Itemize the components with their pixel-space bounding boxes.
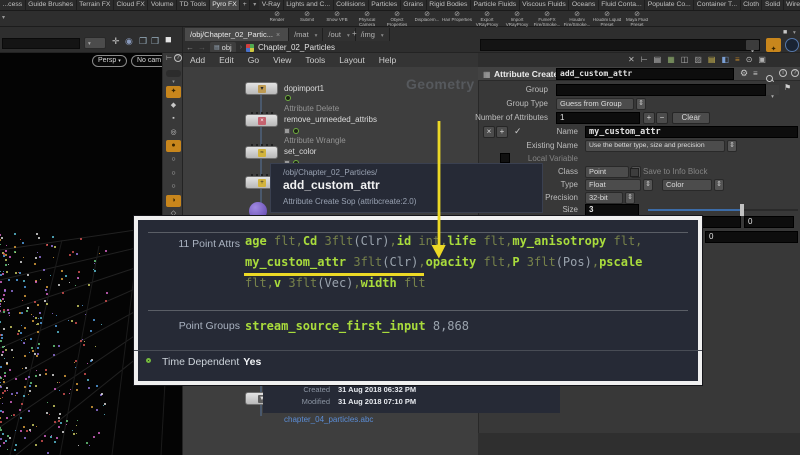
- node-inputs: [251, 112, 274, 114]
- annotation-highlight-box: 11 Point Attrs age flt,Cd 3flt(Clr),id i…: [134, 216, 702, 385]
- modified-label: Modified: [268, 397, 330, 406]
- alembic-file-label: chapter_04_particles.abc: [284, 415, 373, 424]
- node-info-popup-header: /obj/Chapter_02_Particles/ add_custom_at…: [270, 163, 543, 213]
- time-dependent-row: Time DependentYes: [162, 356, 261, 368]
- attribute-create-icon: +: [258, 179, 266, 187]
- attribute-wrangle-icon: ≈: [258, 149, 266, 157]
- dop-import-icon: ▾: [258, 85, 266, 93]
- node-dopimport1[interactable]: ▾: [245, 82, 278, 95]
- point-attrs-label: 11 Point Attrs: [144, 238, 240, 250]
- houdini-window: ...cessGuide BrushesTerrain FXCloud FXVo…: [0, 0, 800, 455]
- popup-node-name: add_custom_attr: [283, 178, 380, 192]
- display-flag-badge[interactable]: [293, 128, 299, 134]
- node-remove-unneeded-attribs[interactable]: ×: [245, 114, 278, 127]
- lock-badge[interactable]: [284, 128, 290, 134]
- display-flag-badge[interactable]: [285, 95, 291, 101]
- point-groups-label: Point Groups: [144, 320, 240, 332]
- node-set-color[interactable]: ≈: [245, 146, 278, 159]
- node-type-label: Attribute Wrangle: [284, 136, 346, 145]
- node-label[interactable]: set_color: [284, 147, 316, 156]
- divider: [134, 350, 702, 351]
- created-value: 31 Aug 2018 06:32 PM: [338, 385, 416, 394]
- node-inputs: [251, 144, 274, 146]
- created-label: Created: [268, 385, 330, 394]
- divider: [148, 310, 688, 311]
- modified-value: 31 Aug 2018 07:10 PM: [338, 397, 416, 406]
- point-attrs-list: age flt,Cd 3flt(Clr),id int,life flt,my_…: [245, 231, 642, 294]
- attribute-delete-icon: ×: [258, 117, 266, 125]
- node-label[interactable]: dopimport1: [284, 84, 324, 93]
- clock-icon: [146, 358, 151, 363]
- popup-node-path: /obj/Chapter_02_Particles/: [283, 168, 377, 177]
- popup-node-type: Attribute Create Sop (attribcreate:2.0): [283, 197, 416, 206]
- node-type-label: Attribute Delete: [284, 104, 339, 113]
- node-label[interactable]: remove_unneeded_attribs: [284, 115, 377, 124]
- point-groups-value: stream_source_first_input 8,868: [245, 319, 469, 333]
